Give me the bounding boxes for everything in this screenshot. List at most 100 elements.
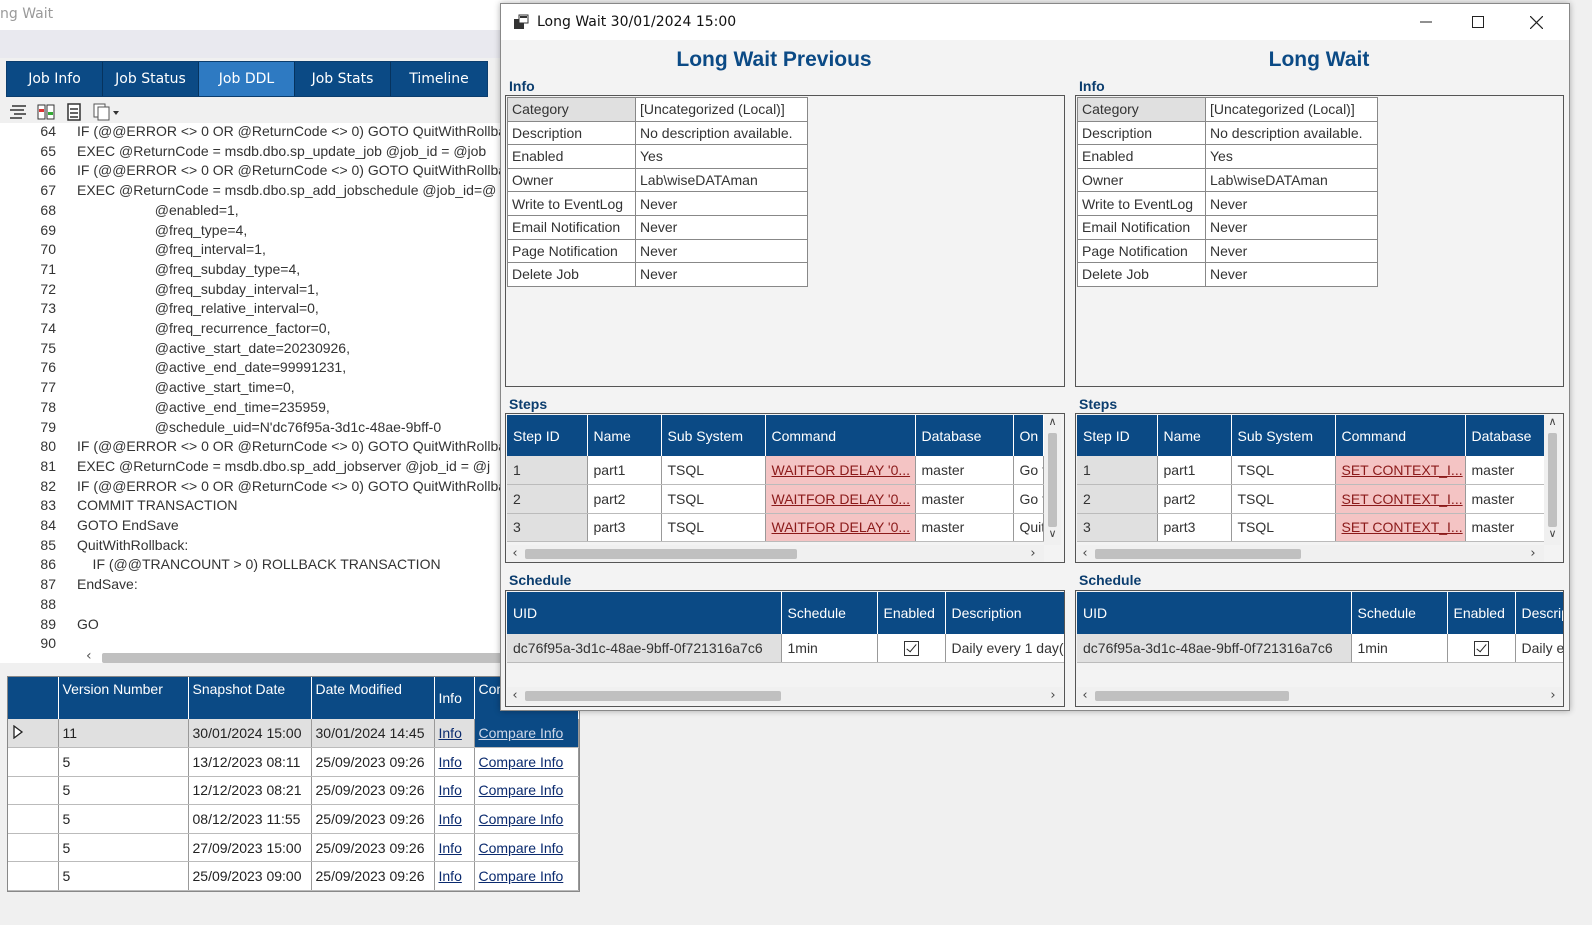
steps-horizontal-scrollbar[interactable]: ‹ › bbox=[1077, 545, 1544, 562]
compare-info-link[interactable]: Compare Info bbox=[479, 811, 564, 827]
compare-info-link[interactable]: Compare Info bbox=[479, 782, 564, 798]
steps-col-db[interactable]: Database bbox=[915, 415, 1014, 456]
steps-col-sub[interactable]: Sub System bbox=[1231, 415, 1336, 456]
row-header[interactable] bbox=[8, 747, 59, 777]
schedule-row[interactable]: dc76f95a-3d1c-48ae-9bff-0f721316a7c6 1min… bbox=[507, 634, 1064, 664]
tab-timeline[interactable]: Timeline bbox=[391, 62, 487, 96]
schedule-col-desc[interactable]: Description bbox=[945, 592, 1064, 634]
col-version-number[interactable]: Version Number bbox=[58, 677, 189, 719]
minimize-button[interactable] bbox=[1403, 4, 1449, 40]
compare-info-link[interactable]: Compare Info bbox=[479, 840, 564, 856]
steps-vertical-scrollbar[interactable]: ∧ ∨ bbox=[1044, 415, 1061, 545]
scroll-left-icon[interactable]: ‹ bbox=[507, 545, 523, 562]
scroll-left-icon[interactable]: ‹ bbox=[86, 648, 92, 664]
tab-job-stats[interactable]: Job Stats bbox=[295, 62, 391, 96]
step-row[interactable]: 1part1TSQL WAITFOR DELAY '0...masterGo t bbox=[507, 456, 1044, 486]
scroll-right-icon[interactable]: › bbox=[1545, 687, 1561, 704]
scroll-right-icon[interactable]: › bbox=[1025, 545, 1041, 562]
compare-info-cell: Compare Info bbox=[474, 833, 579, 863]
step-row[interactable]: 2 part2 TSQL SET CONTEXT_I... master bbox=[1077, 484, 1546, 514]
col-date-modified[interactable]: Date Modified bbox=[311, 677, 435, 719]
step-row[interactable]: 1 part1 TSQL SET CONTEXT_I... master bbox=[1077, 456, 1546, 486]
schedule-row[interactable]: dc76f95a-3d1c-48ae-9bff-0f721316a7c6 1min… bbox=[1077, 634, 1563, 664]
tab-job-ddl[interactable]: Job DDL bbox=[199, 62, 295, 96]
col-snapshot-date[interactable]: Snapshot Date bbox=[188, 677, 312, 719]
tab-job-info[interactable]: Job Info bbox=[7, 62, 103, 96]
info-link[interactable]: Info bbox=[439, 754, 462, 770]
row-header[interactable] bbox=[8, 804, 59, 834]
scroll-left-icon[interactable]: ‹ bbox=[1077, 687, 1093, 704]
scroll-down-icon[interactable]: ∨ bbox=[1044, 527, 1061, 543]
compare-icon[interactable] bbox=[36, 102, 56, 122]
copy-dropdown-icon[interactable] bbox=[92, 102, 120, 122]
steps-col-id[interactable]: Step ID bbox=[1077, 415, 1158, 456]
scrollbar-thumb[interactable] bbox=[1048, 433, 1057, 527]
schedule-col-uid[interactable]: UID bbox=[507, 592, 782, 634]
info-link[interactable]: Info bbox=[439, 782, 462, 798]
maximize-button[interactable] bbox=[1455, 4, 1501, 40]
schedule-horizontal-scrollbar[interactable]: ‹ › bbox=[1077, 687, 1562, 704]
scroll-up-icon[interactable]: ∧ bbox=[1044, 415, 1061, 431]
info-link[interactable]: Info bbox=[439, 868, 462, 884]
compare-info-link[interactable]: Compare Info bbox=[479, 754, 564, 770]
schedule-col-enabled[interactable]: Enabled bbox=[1447, 592, 1516, 634]
scroll-left-icon[interactable]: ‹ bbox=[1077, 545, 1093, 562]
scrollbar-thumb[interactable] bbox=[102, 653, 520, 663]
code-horizontal-scrollbar[interactable]: ‹ bbox=[84, 648, 520, 664]
dialog-title-bar[interactable]: Long Wait 30/01/2024 15:00 bbox=[501, 4, 1569, 40]
close-button[interactable] bbox=[1513, 4, 1559, 40]
version-row[interactable]: 5 08/12/2023 11:55 25/09/2023 09:26 Info Com… bbox=[8, 804, 579, 834]
scroll-right-icon[interactable]: › bbox=[1045, 687, 1061, 704]
steps-horizontal-scrollbar[interactable]: ‹ › bbox=[507, 545, 1044, 562]
compare-info-link[interactable]: Compare Info bbox=[479, 725, 564, 741]
scroll-down-icon[interactable]: ∨ bbox=[1544, 527, 1561, 543]
row-header[interactable] bbox=[8, 861, 59, 892]
format-icon[interactable] bbox=[8, 102, 28, 122]
step-row[interactable]: 3 part3 TSQL WAITFOR DELAY '0... master Quit bbox=[507, 513, 1044, 543]
schedule-col-schedule[interactable]: Schedule bbox=[781, 592, 878, 634]
tab-job-status[interactable]: Job Status bbox=[103, 62, 199, 96]
compare-info-link[interactable]: Compare Info bbox=[479, 868, 564, 884]
code-line: 77 @active_start_time=0, bbox=[0, 379, 294, 399]
version-row[interactable]: 5 13/12/2023 08:11 25/09/2023 09:26 Info Com… bbox=[8, 747, 579, 777]
steps-col-cmd[interactable]: Command bbox=[765, 415, 916, 456]
info-link[interactable]: Info bbox=[439, 811, 462, 827]
schedule-col-enabled[interactable]: Enabled bbox=[877, 592, 946, 634]
version-row[interactable]: 5 12/12/2023 08:21 25/09/2023 09:26 Info Com… bbox=[8, 776, 579, 806]
version-row[interactable]: 11 30/01/2024 15:00 30/01/2024 14:45 Info Co… bbox=[8, 719, 579, 749]
enabled-checkbox[interactable] bbox=[1473, 641, 1489, 657]
steps-col-name[interactable]: Name bbox=[1157, 415, 1232, 456]
steps-col-sub[interactable]: Sub System bbox=[661, 415, 766, 456]
document-icon[interactable] bbox=[64, 102, 84, 122]
enabled-checkbox[interactable] bbox=[903, 641, 919, 657]
step-row[interactable]: 2part2TSQL WAITFOR DELAY '0...masterGo t bbox=[507, 484, 1044, 514]
schedule-col-desc[interactable]: Description bbox=[1515, 592, 1563, 634]
schedule-col-uid[interactable]: UID bbox=[1077, 592, 1352, 634]
steps-vertical-scrollbar[interactable]: ∧ ∨ bbox=[1544, 415, 1561, 545]
steps-col-id[interactable]: Step ID bbox=[507, 415, 588, 456]
version-row[interactable]: 5 25/09/2023 09:00 25/09/2023 09:26 Info Com… bbox=[8, 861, 579, 892]
version-row[interactable]: 5 27/09/2023 15:00 25/09/2023 09:26 Info Com… bbox=[8, 833, 579, 863]
scrollbar-thumb[interactable] bbox=[1548, 433, 1557, 527]
steps-col-on[interactable]: On bbox=[1013, 415, 1044, 456]
scroll-right-icon[interactable]: › bbox=[1525, 545, 1541, 562]
scrollbar-thumb[interactable] bbox=[1095, 549, 1301, 559]
scroll-up-icon[interactable]: ∧ bbox=[1544, 415, 1561, 431]
schedule-col-schedule[interactable]: Schedule bbox=[1351, 592, 1448, 634]
steps-col-db[interactable]: Database bbox=[1465, 415, 1546, 456]
step-row[interactable]: 3 part3 TSQL SET CONTEXT_I... master bbox=[1077, 513, 1546, 543]
row-header[interactable] bbox=[8, 833, 59, 863]
row-header[interactable] bbox=[8, 719, 59, 749]
row-header[interactable] bbox=[8, 776, 59, 806]
scrollbar-thumb[interactable] bbox=[525, 549, 797, 559]
info-link[interactable]: Info bbox=[439, 840, 462, 856]
col-info[interactable]: Info bbox=[434, 677, 475, 719]
schedule-horizontal-scrollbar[interactable]: ‹ › bbox=[507, 687, 1063, 704]
info-link[interactable]: Info bbox=[439, 725, 462, 741]
ddl-code-editor[interactable]: 64 IF (@@ERROR <> 0 OR @ReturnCode <> 0) … bbox=[0, 123, 520, 663]
scrollbar-thumb[interactable] bbox=[525, 691, 781, 701]
steps-col-cmd[interactable]: Command bbox=[1335, 415, 1466, 456]
scroll-left-icon[interactable]: ‹ bbox=[507, 687, 523, 704]
steps-col-name[interactable]: Name bbox=[587, 415, 662, 456]
scrollbar-thumb[interactable] bbox=[1095, 691, 1289, 701]
